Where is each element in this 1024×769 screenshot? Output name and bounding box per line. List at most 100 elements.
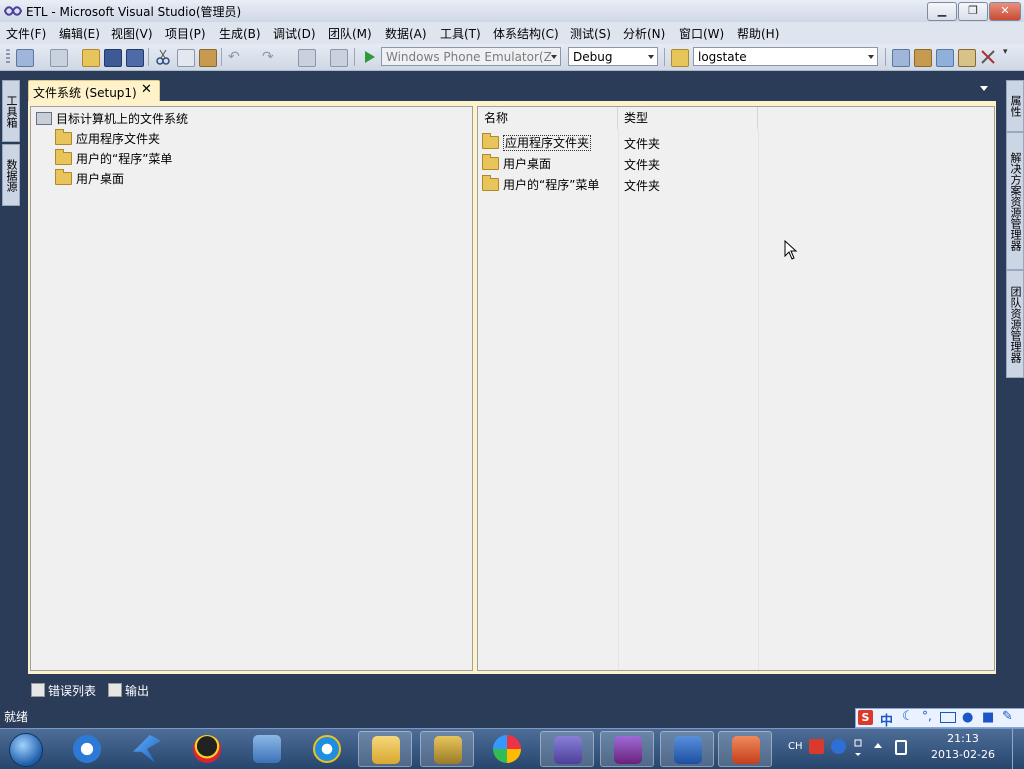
menu-build[interactable]: 生成(B) xyxy=(219,25,261,42)
settings-wrench-icon[interactable]: ✎ xyxy=(1002,709,1013,724)
navigate-forward-icon[interactable] xyxy=(330,49,348,67)
find-in-files-icon[interactable] xyxy=(671,49,689,67)
toolbar-grip[interactable] xyxy=(6,49,10,65)
language-indicator[interactable]: CH xyxy=(788,741,803,752)
close-icon[interactable]: ✕ xyxy=(141,82,152,97)
chevron-down-icon xyxy=(868,55,874,59)
solution-explorer-icon[interactable] xyxy=(892,49,910,67)
solution-explorer-tab-label: 解决方案资源管理器 xyxy=(1009,151,1022,251)
taskbar-app-powerpoint[interactable] xyxy=(718,731,772,767)
folder-icon xyxy=(482,175,499,191)
user-icon[interactable]: ● xyxy=(962,710,973,725)
redo-icon[interactable]: ↷ xyxy=(262,49,278,65)
file-system-list[interactable]: 名称 类型 应用程序文件夹 文件夹 用户桌面 文件夹 用户的“程序”菜单 文件夹 xyxy=(477,106,995,671)
taskbar-app-ie[interactable] xyxy=(300,731,354,767)
taskbar-app-word[interactable] xyxy=(660,731,714,767)
device-tray-icon[interactable] xyxy=(895,740,907,755)
object-browser-icon[interactable] xyxy=(936,49,954,67)
tab-error-list[interactable]: 错误列表 xyxy=(31,682,96,699)
target-device-select[interactable]: Windows Phone Emulator(Z xyxy=(381,47,561,66)
bird-app-icon xyxy=(133,735,161,763)
navigate-backward-icon[interactable] xyxy=(298,49,316,67)
taskbar-app-visual-studio-2012[interactable] xyxy=(600,731,654,767)
taskbar-app-qq[interactable] xyxy=(180,731,234,767)
show-hidden-icons-icon[interactable] xyxy=(874,743,882,748)
menu-view[interactable]: 视图(V) xyxy=(111,25,153,42)
data-sources-tab[interactable]: 数据源 xyxy=(2,144,20,206)
menu-team[interactable]: 团队(M) xyxy=(328,25,372,42)
help-tray-icon[interactable] xyxy=(831,739,846,754)
open-file-icon[interactable] xyxy=(82,49,100,67)
menu-tools[interactable]: 工具(T) xyxy=(440,25,481,42)
taskbar-app-network[interactable] xyxy=(240,731,294,767)
system-clock[interactable]: 21:13 2013-02-26 xyxy=(928,732,998,761)
new-project-icon[interactable] xyxy=(16,49,34,67)
paste-icon[interactable] xyxy=(199,49,217,67)
menu-debug[interactable]: 调试(D) xyxy=(273,25,316,42)
standard-toolbar: ↶ ↷ Windows Phone Emulator(Z Debug logst… xyxy=(0,44,1024,71)
ime-toolbar[interactable]: S 中 ☾ °, ● ■ ✎ xyxy=(855,708,1024,729)
tree-item-user-desktop[interactable]: 用户桌面 xyxy=(55,169,124,187)
add-item-icon[interactable] xyxy=(50,49,68,67)
toolbox-tab[interactable]: 工具箱 xyxy=(2,80,20,142)
restore-button[interactable]: ❐ xyxy=(958,2,988,21)
menu-test[interactable]: 测试(S) xyxy=(570,25,611,42)
toolbar-overflow-icon[interactable]: ▾ xyxy=(1003,48,1009,65)
tree-item-app-folder[interactable]: 应用程序文件夹 xyxy=(55,129,160,147)
soft-keyboard-icon[interactable] xyxy=(940,712,956,723)
undo-icon[interactable]: ↶ xyxy=(228,49,244,65)
ime-options-icon[interactable] xyxy=(854,737,862,757)
taskbar-app-paint[interactable] xyxy=(480,731,534,767)
taskbar-app-visual-studio-2010[interactable] xyxy=(540,731,594,767)
tab-file-system-setup1[interactable]: 文件系统 (Setup1) ✕ xyxy=(28,80,160,102)
properties-window-icon[interactable] xyxy=(914,49,932,67)
cut-icon[interactable] xyxy=(155,49,171,65)
menu-file[interactable]: 文件(F) xyxy=(6,25,46,42)
find-combo[interactable]: logstate xyxy=(693,47,878,66)
half-width-icon[interactable]: ☾ xyxy=(902,709,914,724)
tab-output[interactable]: 输出 xyxy=(108,682,149,699)
find-combo-value: logstate xyxy=(698,50,747,64)
save-icon[interactable] xyxy=(104,49,122,67)
list-item[interactable]: 用户桌面 xyxy=(482,154,551,172)
toolbox-icon[interactable] xyxy=(958,49,976,67)
list-item[interactable]: 用户的“程序”菜单 xyxy=(482,175,600,193)
start-debugging-icon[interactable] xyxy=(361,49,377,65)
taskbar-app-explorer[interactable] xyxy=(358,731,412,767)
list-item-name: 用户的“程序”菜单 xyxy=(503,178,600,192)
team-explorer-tab[interactable]: 团队资源管理器 xyxy=(1006,270,1024,378)
tree-item-programs-menu[interactable]: 用户的“程序”菜单 xyxy=(55,149,172,167)
file-explorer-icon xyxy=(372,736,400,764)
tree-root-item[interactable]: 目标计算机上的文件系统 xyxy=(36,110,188,127)
properties-tab[interactable]: 属性 xyxy=(1006,80,1024,132)
file-system-tree[interactable]: 目标计算机上的文件系统 应用程序文件夹 用户的“程序”菜单 用户桌面 xyxy=(30,106,473,671)
punctuation-icon[interactable]: °, xyxy=(922,709,932,723)
menu-window[interactable]: 窗口(W) xyxy=(679,25,724,42)
taskbar-app-bird[interactable] xyxy=(120,731,174,767)
menu-data[interactable]: 数据(A) xyxy=(385,25,427,42)
solution-config-select[interactable]: Debug xyxy=(568,47,658,66)
close-window-button[interactable]: ✕ xyxy=(989,2,1021,21)
show-desktop-button[interactable] xyxy=(1012,729,1024,769)
active-files-chevron-down-icon[interactable] xyxy=(980,86,988,91)
sogou-tray-icon[interactable] xyxy=(809,739,824,754)
extension-tools-icon[interactable] xyxy=(980,49,996,65)
column-header-name[interactable]: 名称 xyxy=(478,107,618,129)
minimize-button[interactable]: ▁ xyxy=(927,2,957,21)
ime-mode-indicator[interactable]: 中 xyxy=(880,710,893,729)
solution-explorer-tab[interactable]: 解决方案资源管理器 xyxy=(1006,132,1024,270)
save-all-icon[interactable] xyxy=(126,49,144,67)
taskbar-app-player[interactable] xyxy=(60,731,114,767)
list-item[interactable]: 应用程序文件夹 xyxy=(482,133,592,151)
menu-help[interactable]: 帮助(H) xyxy=(737,25,779,42)
copy-icon[interactable] xyxy=(177,49,195,67)
column-header-type[interactable]: 类型 xyxy=(618,107,758,129)
menu-architecture[interactable]: 体系结构(C) xyxy=(493,25,559,42)
taskbar-app-setup[interactable] xyxy=(420,731,474,767)
target-device-value: Windows Phone Emulator(Z xyxy=(386,50,552,64)
start-button[interactable] xyxy=(6,731,44,767)
menu-analyze[interactable]: 分析(N) xyxy=(623,25,665,42)
skin-icon[interactable]: ■ xyxy=(982,710,994,725)
menu-project[interactable]: 项目(P) xyxy=(165,25,206,42)
menu-edit[interactable]: 编辑(E) xyxy=(59,25,100,42)
